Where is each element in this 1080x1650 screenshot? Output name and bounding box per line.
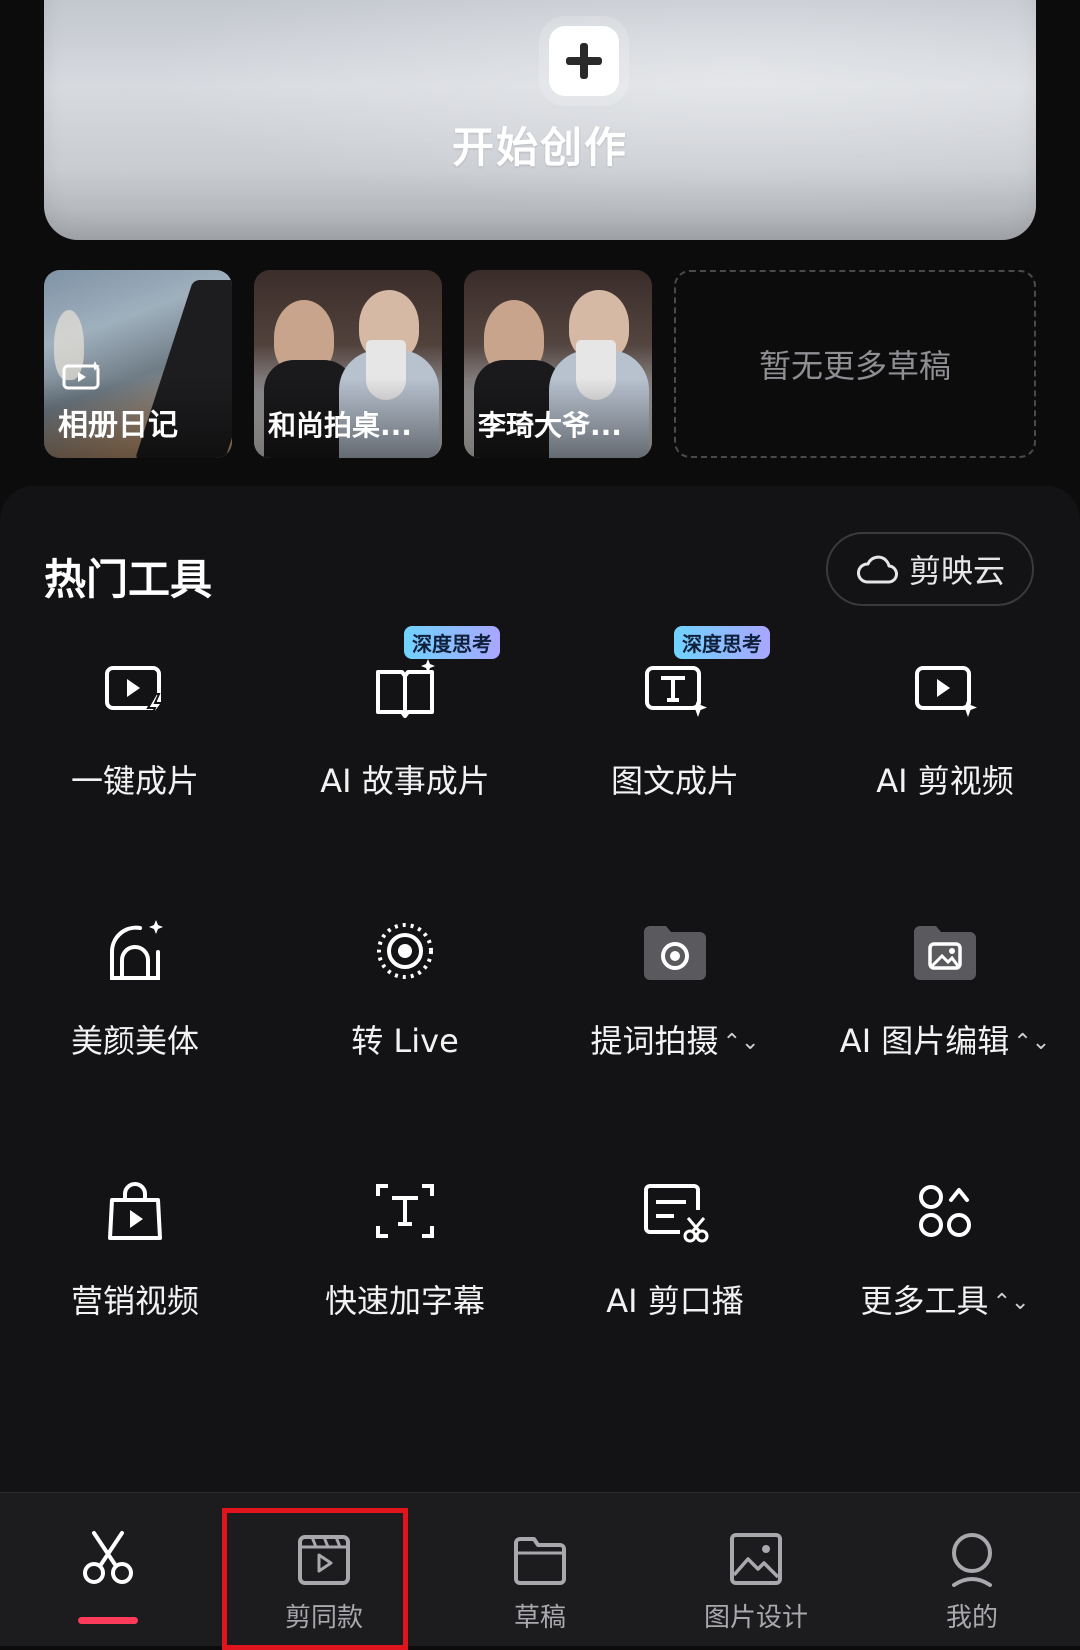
camera-folder-icon: [640, 916, 710, 986]
hot-tools-panel: 热门工具 剪映云 一键成片 深度思考 AI 故事成片 深度思考 图文成片 AI …: [0, 486, 1080, 1586]
tool-beauty[interactable]: 美颜美体: [0, 916, 270, 1116]
tool-ai-cut-talking[interactable]: AI 剪口播: [540, 1176, 810, 1376]
script-cut-icon: [640, 1176, 710, 1246]
section-title: 热门工具: [44, 555, 213, 604]
tool-label: 转 Live: [351, 1022, 459, 1060]
scissors-icon: [78, 1529, 138, 1589]
draft-card[interactable]: 和尚拍桌...: [254, 270, 442, 458]
tool-ai-cut-video[interactable]: AI 剪视频: [810, 656, 1080, 856]
play-sparkle-icon: [910, 656, 980, 726]
drafts-row: 相册日记 和尚拍桌... 李琦大爷... 暂无更多草稿: [44, 270, 1036, 458]
tool-label: AI 剪口播: [606, 1282, 744, 1320]
expand-arrows-icon: ⌃⌄: [992, 1290, 1030, 1315]
expand-arrows-icon: ⌃⌄: [722, 1030, 760, 1055]
draft-name: 和尚拍桌...: [268, 409, 412, 442]
book-sparkle-icon: [370, 656, 440, 726]
beauty-icon: [100, 916, 170, 986]
deep-thinking-badge: 深度思考: [404, 626, 500, 659]
draft-card[interactable]: 李琦大爷...: [464, 270, 652, 458]
tool-to-live[interactable]: 转 Live: [270, 916, 540, 1116]
nav-item-templates[interactable]: 剪同款: [216, 1493, 432, 1646]
cloud-button[interactable]: 剪映云: [826, 532, 1034, 606]
nav-label: 草稿: [513, 1603, 566, 1633]
tool-label: AI 故事成片: [320, 762, 490, 800]
shopping-bag-icon: [100, 1176, 170, 1246]
tool-marketing-video[interactable]: 营销视频: [0, 1176, 270, 1376]
tool-ai-story-video[interactable]: 深度思考 AI 故事成片: [270, 626, 540, 856]
active-tab-indicator: [78, 1617, 138, 1624]
template-icon: [294, 1529, 354, 1589]
nav-label: 剪同款: [284, 1603, 363, 1633]
album-diary-icon: [62, 361, 100, 390]
draft-name: 李琦大爷...: [478, 409, 622, 442]
nav-item-image-design[interactable]: 图片设计: [648, 1493, 864, 1646]
tool-label: 图文成片: [610, 762, 739, 800]
tool-one-click-video[interactable]: 一键成片: [0, 656, 270, 856]
tool-quick-subtitles[interactable]: 快速加字幕: [270, 1176, 540, 1376]
live-icon: [370, 916, 440, 986]
nav-label: 图片设计: [703, 1603, 808, 1633]
tool-label: 营销视频: [70, 1282, 199, 1320]
start-creation-banner[interactable]: 开始创作: [44, 0, 1036, 240]
expand-arrows-icon: ⌃⌄: [1013, 1030, 1051, 1055]
folder-icon: [510, 1529, 570, 1589]
more-tools-icon: [910, 1176, 980, 1246]
tool-more-tools[interactable]: 更多工具 ⌃⌄: [810, 1176, 1080, 1376]
bottom-nav: 剪同款 草稿 图片设计 我的: [0, 1492, 1080, 1646]
nav-item-edit[interactable]: [0, 1493, 216, 1646]
start-creation-label: 开始创作: [451, 123, 628, 172]
draft-card[interactable]: 相册日记: [44, 270, 232, 458]
tool-label: 一键成片: [70, 762, 199, 800]
tool-label: AI 剪视频: [876, 762, 1014, 800]
tool-label: AI 图片编辑 ⌃⌄: [839, 1022, 1051, 1060]
image-folder-icon: [910, 916, 980, 986]
nav-label: 我的: [945, 1603, 998, 1633]
tool-label: 美颜美体: [70, 1022, 199, 1060]
tool-label: 更多工具 ⌃⌄: [860, 1282, 1030, 1320]
tool-text-to-video[interactable]: 深度思考 图文成片: [540, 626, 810, 856]
deep-thinking-badge: 深度思考: [674, 626, 770, 659]
tool-label: 提词拍摄 ⌃⌄: [590, 1022, 760, 1060]
draft-name: 相册日记: [58, 408, 178, 443]
tool-label: 快速加字幕: [324, 1282, 485, 1320]
text-sparkle-icon: [640, 656, 710, 726]
plus-icon: [549, 26, 619, 96]
nav-item-profile[interactable]: 我的: [864, 1493, 1080, 1646]
play-flash-icon: [100, 656, 170, 726]
profile-icon: [942, 1529, 1002, 1589]
image-icon: [726, 1529, 786, 1589]
subtitle-icon: [370, 1176, 440, 1246]
no-more-drafts: 暂无更多草稿: [674, 270, 1036, 458]
nav-item-drafts[interactable]: 草稿: [432, 1493, 648, 1646]
tool-teleprompter[interactable]: 提词拍摄 ⌃⌄: [540, 916, 810, 1116]
cloud-button-label: 剪映云: [908, 552, 1005, 590]
tool-ai-image-edit[interactable]: AI 图片编辑 ⌃⌄: [810, 916, 1080, 1116]
cloud-icon: [856, 555, 898, 584]
